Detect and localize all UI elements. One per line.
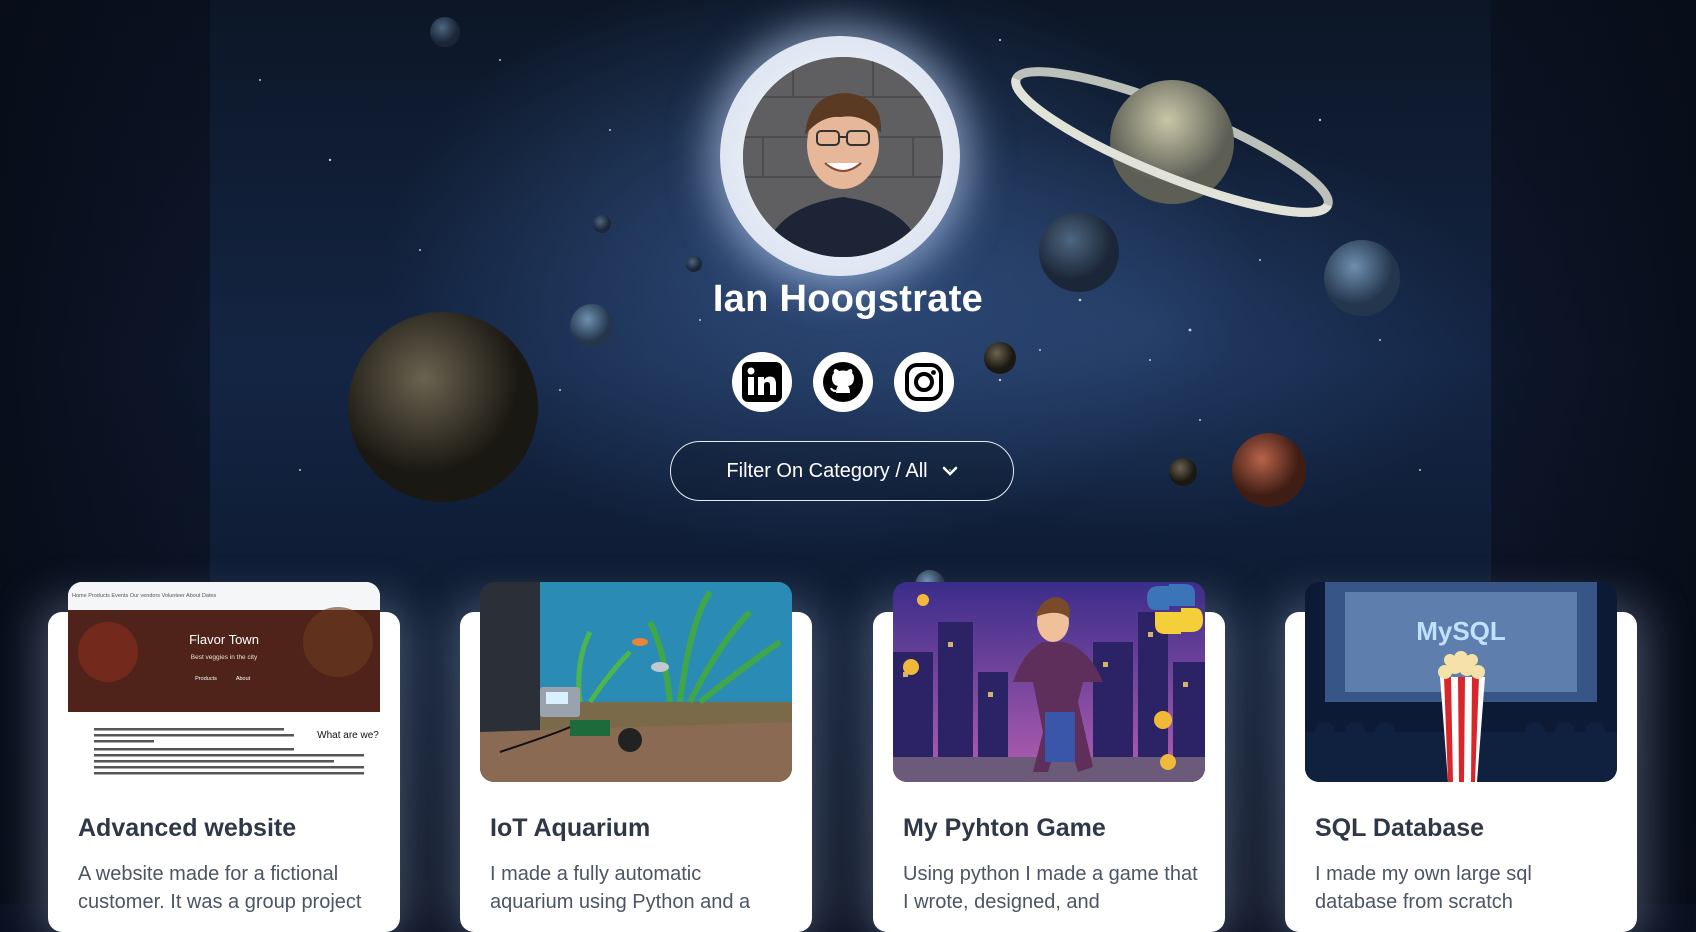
project-description: A website made for a fictional customer.… xyxy=(78,863,362,913)
project-image xyxy=(893,582,1205,782)
filter-label: Filter On Category / All xyxy=(726,459,928,482)
mysql-cinema-art: MySQL xyxy=(1305,582,1617,782)
project-title: IoT Aquarium xyxy=(490,814,651,842)
project-description: I made a fully automatic aquarium using … xyxy=(490,863,751,913)
svg-text:About: About xyxy=(236,676,251,682)
linkedin-icon xyxy=(742,362,782,402)
instagram-link[interactable] xyxy=(894,352,954,412)
category-filter-button[interactable]: Filter On Category / All xyxy=(670,441,1014,501)
svg-text:What are we?: What are we? xyxy=(317,730,379,741)
page-title: Ian Hoogstrate xyxy=(712,278,984,320)
project-image xyxy=(480,582,792,782)
project-description: I made my own large sql database from sc… xyxy=(1315,863,1532,913)
linkedin-link[interactable] xyxy=(732,352,792,412)
github-link[interactable] xyxy=(813,352,873,412)
avatar xyxy=(743,57,943,257)
project-description: Using python I made a game that I wrote,… xyxy=(903,863,1198,913)
project-title: My Pyhton Game xyxy=(903,814,1106,842)
project-title: Advanced website xyxy=(78,814,297,842)
chevron-down-icon xyxy=(942,466,957,476)
project-image: Home Products Events Our vendors Volunte… xyxy=(68,582,380,782)
svg-text:Home Products Events Our: Home Products Events Our vendors Volunte… xyxy=(72,593,217,599)
website-screenshot: Home Products Events Our vendors Volunte… xyxy=(68,582,380,782)
project-title: SQL Database xyxy=(1315,814,1485,842)
social-links xyxy=(732,352,954,412)
game-art xyxy=(893,582,1205,782)
svg-text:Best veggies in the city: Best veggies in the city xyxy=(191,654,258,661)
svg-text:Products: Products xyxy=(195,676,217,682)
aquarium-photo xyxy=(480,582,792,782)
project-image: MySQL xyxy=(1305,582,1617,782)
instagram-icon xyxy=(905,363,943,401)
profile-photo xyxy=(743,57,943,257)
svg-text:Flavor Town: Flavor Town xyxy=(189,632,259,647)
github-icon xyxy=(823,362,863,402)
svg-text:MySQL: MySQL xyxy=(1416,616,1506,646)
